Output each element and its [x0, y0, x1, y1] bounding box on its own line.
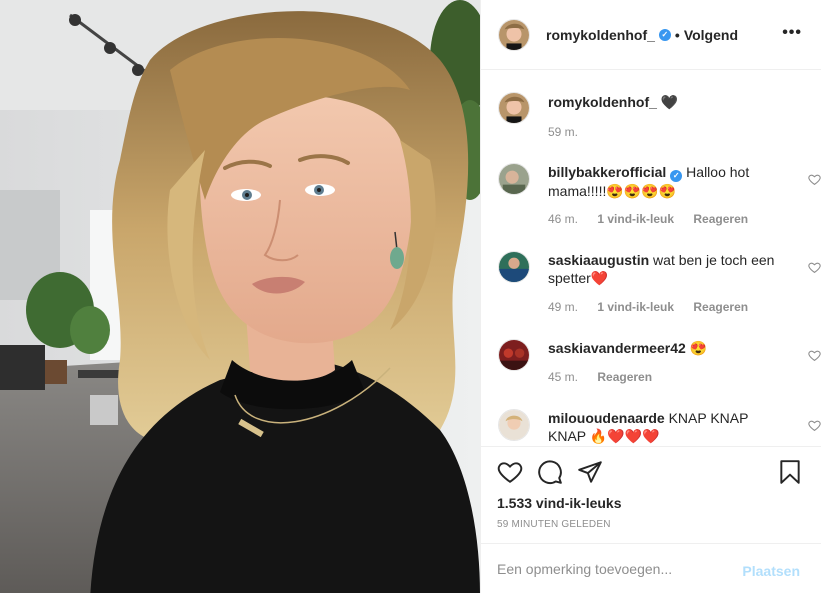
commenter-avatar[interactable] — [498, 163, 530, 195]
comment-likes[interactable]: 1 vind-ik-leuk — [597, 212, 674, 226]
verified-badge-icon: ✓ — [670, 170, 683, 182]
author-username[interactable]: romykoldenhof_ — [546, 27, 655, 43]
comment-body: saskiavandermeer42 😍 — [548, 339, 786, 357]
like-comment-heart-icon[interactable] — [808, 419, 821, 432]
post-actions: 1.533 vind-ik-leuks 59 MINUTEN GELEDEN — [481, 446, 821, 543]
caption-meta: 59 m. — [548, 125, 594, 139]
comment-body: billybakkerofficial ✓ Halloo hot mama!!!!… — [548, 163, 786, 200]
comment-body: saskiaaugustin wat ben je toch een spett… — [548, 251, 786, 287]
caption-username[interactable]: romykoldenhof_ — [548, 94, 657, 110]
like-comment-heart-icon[interactable] — [808, 349, 821, 362]
commenter-avatar[interactable] — [498, 409, 530, 441]
comments-list[interactable]: romykoldenhof_ 🖤 59 m. billybakkeroffici… — [481, 70, 821, 446]
likes-count[interactable]: 1.533 vind-ik-leuks — [497, 495, 622, 511]
reply-button[interactable]: Reageren — [693, 300, 748, 314]
comment-input[interactable] — [497, 558, 727, 580]
comment-age[interactable]: 45 m. — [548, 370, 578, 384]
comment-username[interactable]: saskiavandermeer42 — [548, 340, 686, 356]
comment-meta: 46 m. 1 vind-ik-leuk Reageren — [548, 212, 764, 226]
commenter-avatar[interactable] — [498, 251, 530, 283]
post-timestamp[interactable]: 59 MINUTEN GELEDEN — [497, 519, 611, 530]
comment-age[interactable]: 46 m. — [548, 212, 578, 226]
header-separator: • — [674, 26, 680, 43]
post-image — [0, 0, 480, 593]
comment-likes[interactable]: 1 vind-ik-leuk — [597, 300, 674, 314]
caption-body: romykoldenhof_ 🖤 — [548, 93, 786, 111]
commenter-avatar[interactable] — [498, 339, 530, 371]
author-avatar[interactable] — [498, 18, 530, 51]
caption-avatar[interactable] — [498, 92, 530, 124]
comment-username[interactable]: milououdenaarde — [548, 410, 665, 426]
like-comment-heart-icon[interactable] — [808, 261, 821, 274]
comment-body: milououdenaarde KNAP KNAP KNAP 🔥❤️❤️❤️ — [548, 409, 786, 445]
reply-button[interactable]: Reageren — [693, 212, 748, 226]
follow-status-button[interactable]: Volgend — [684, 27, 738, 43]
caption-age[interactable]: 59 m. — [548, 125, 578, 139]
comment-composer: Plaatsen — [481, 543, 821, 593]
post-header: romykoldenhof_ ✓ • Volgend ••• — [481, 0, 821, 70]
post-photo[interactable] — [0, 0, 480, 593]
heart-icon[interactable] — [497, 459, 523, 485]
reply-button[interactable]: Reageren — [597, 370, 652, 384]
comment-icon[interactable] — [537, 459, 563, 485]
bookmark-icon[interactable] — [777, 459, 803, 485]
share-icon[interactable] — [577, 459, 603, 485]
comment-text: 😍 — [689, 340, 708, 356]
comment-age[interactable]: 49 m. — [548, 300, 578, 314]
verified-badge-icon: ✓ — [658, 28, 671, 41]
post-comment-button[interactable]: Plaatsen — [742, 563, 800, 579]
more-icon[interactable]: ••• — [782, 24, 802, 42]
comment-username[interactable]: billybakkerofficial — [548, 164, 666, 180]
like-comment-heart-icon[interactable] — [808, 173, 821, 186]
comment-username[interactable]: saskiaaugustin — [548, 252, 649, 268]
comment-meta: 45 m. Reageren — [548, 370, 668, 384]
caption-text: 🖤 — [660, 94, 679, 110]
post-side-panel: romykoldenhof_ ✓ • Volgend ••• romykolde… — [480, 0, 821, 593]
comment-meta: 49 m. 1 vind-ik-leuk Reageren — [548, 300, 764, 314]
